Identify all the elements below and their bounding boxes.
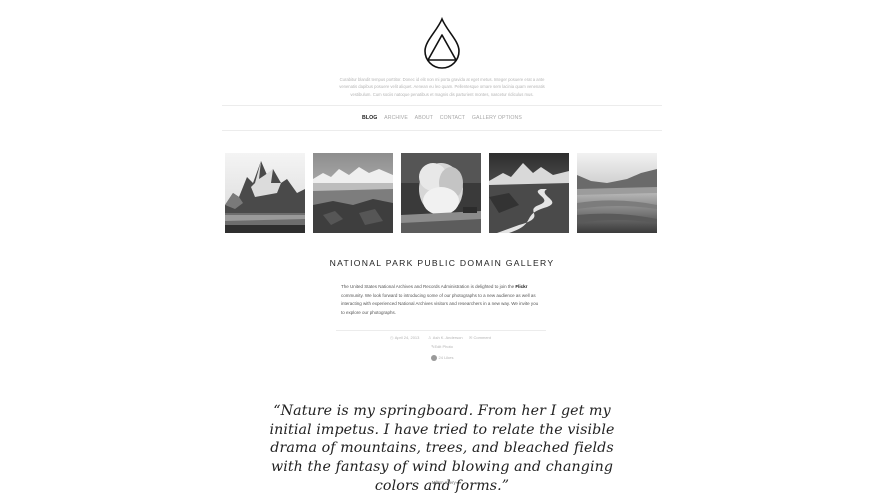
gallery-photo-river[interactable] [489, 153, 569, 233]
post-body: The United States National Archives and … [341, 283, 542, 318]
post-divider [336, 330, 546, 331]
post-comments-text: Comment [473, 335, 491, 340]
post-author[interactable]: ♙Ash K. Anderson [428, 335, 463, 340]
nav-gallery-options[interactable]: Gallery Options [472, 115, 522, 121]
edit-photo-text: Edit Photo [434, 344, 453, 349]
post-date-text: April 24, 2013 [394, 335, 420, 340]
gallery-photo-valley[interactable] [313, 153, 393, 233]
likes-count: 24 Likes [438, 355, 454, 361]
user-icon: ♙ [428, 335, 432, 340]
flickr-link[interactable]: Flickr [515, 284, 527, 289]
likes-button[interactable]: 24 Likes [0, 355, 884, 361]
like-icon [430, 355, 437, 361]
site-logo-icon[interactable] [423, 17, 461, 69]
post-author-text: Ash K. Anderson [432, 335, 463, 340]
quote-author: – Milton Avery [428, 480, 456, 485]
main-nav: Blog Archive About Contact Gallery Optio… [0, 115, 884, 121]
nav-archive[interactable]: Archive [384, 115, 408, 121]
nav-divider [222, 130, 662, 131]
header-divider [222, 105, 662, 106]
edit-photo-link[interactable]: ✎Edit Photo [0, 344, 884, 349]
clock-icon: ◷ [390, 335, 394, 340]
post-body-text-start: The United States National Archives and … [341, 284, 516, 289]
site-tagline: Curabitur blandit tempus porttitor. Done… [339, 77, 545, 97]
nav-about[interactable]: About [415, 115, 433, 121]
gallery-photo-geyser[interactable] [401, 153, 481, 233]
post-date[interactable]: ◷April 24, 2013 [390, 335, 419, 340]
gallery-photo-lake[interactable] [577, 153, 657, 233]
post-comments[interactable]: ✉Comment [469, 335, 491, 340]
comment-icon: ✉ [469, 335, 473, 340]
post-title[interactable]: NATIONAL PARK PUBLIC DOMAIN GALLERY [0, 258, 884, 268]
post-body-text-end: community. We look forward to introducin… [341, 292, 539, 316]
gallery-photo-mountain-lake[interactable] [225, 153, 305, 233]
nav-blog[interactable]: Blog [362, 115, 377, 121]
nav-contact[interactable]: Contact [440, 115, 465, 121]
